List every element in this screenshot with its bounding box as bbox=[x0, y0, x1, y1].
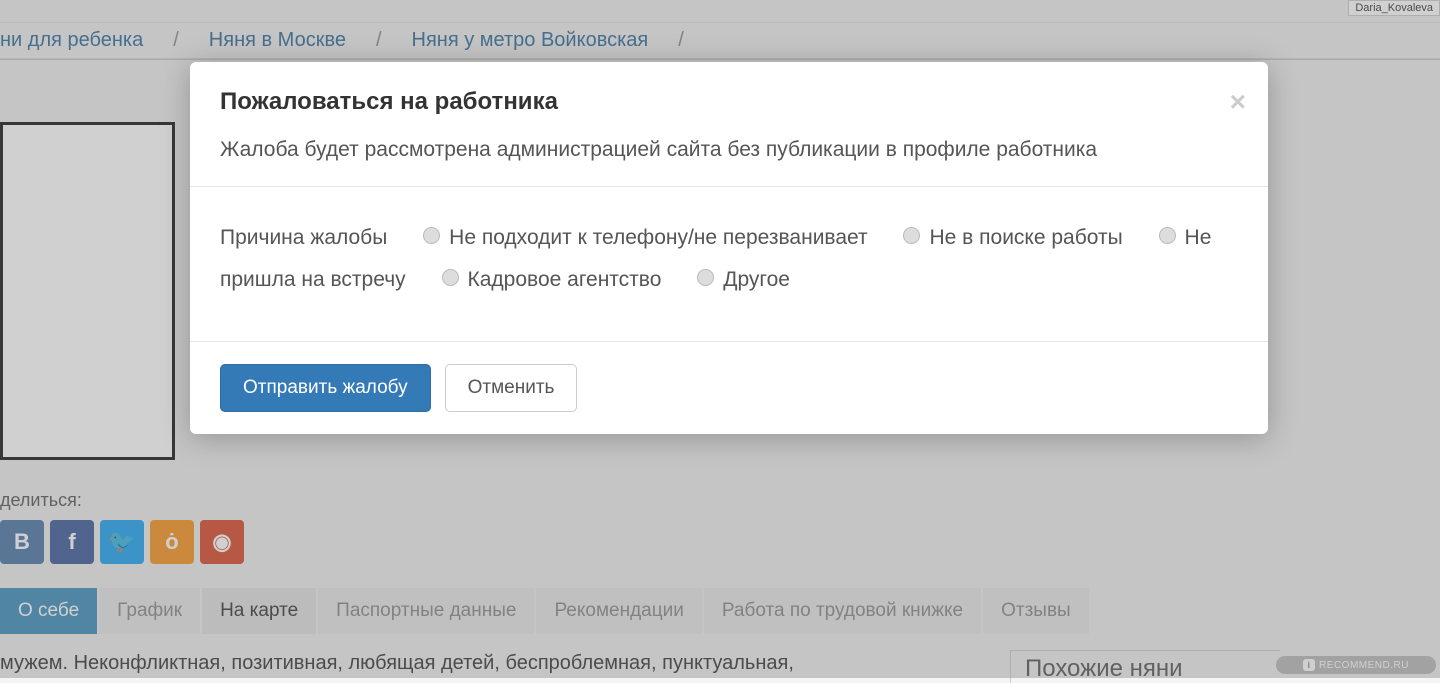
option-no-phone: Не подходит к телефону/не перезванивает bbox=[449, 226, 867, 249]
cancel-button[interactable]: Отменить bbox=[445, 364, 578, 412]
option-other: Другое bbox=[723, 268, 790, 291]
complaint-modal: × Пожаловаться на работника Жалоба будет… bbox=[190, 62, 1268, 434]
radio-other[interactable] bbox=[697, 269, 714, 286]
radio-agency[interactable] bbox=[442, 269, 459, 286]
modal-title: Пожаловаться на работника bbox=[220, 88, 1238, 116]
radio-no-phone[interactable] bbox=[423, 227, 440, 244]
reason-label: Причина жалобы bbox=[220, 226, 387, 249]
modal-subtitle: Жалоба будет рассмотрена администрацией … bbox=[220, 134, 1238, 166]
radio-not-searching[interactable] bbox=[903, 227, 920, 244]
option-agency: Кадровое агентство bbox=[468, 268, 662, 291]
close-icon[interactable]: × bbox=[1230, 86, 1246, 118]
option-not-searching: Не в поиске работы bbox=[929, 226, 1122, 249]
submit-button[interactable]: Отправить жалобу bbox=[220, 364, 431, 412]
radio-no-show[interactable] bbox=[1159, 227, 1176, 244]
modal-body: Причина жалобы Не подходит к телефону/не… bbox=[190, 186, 1268, 342]
